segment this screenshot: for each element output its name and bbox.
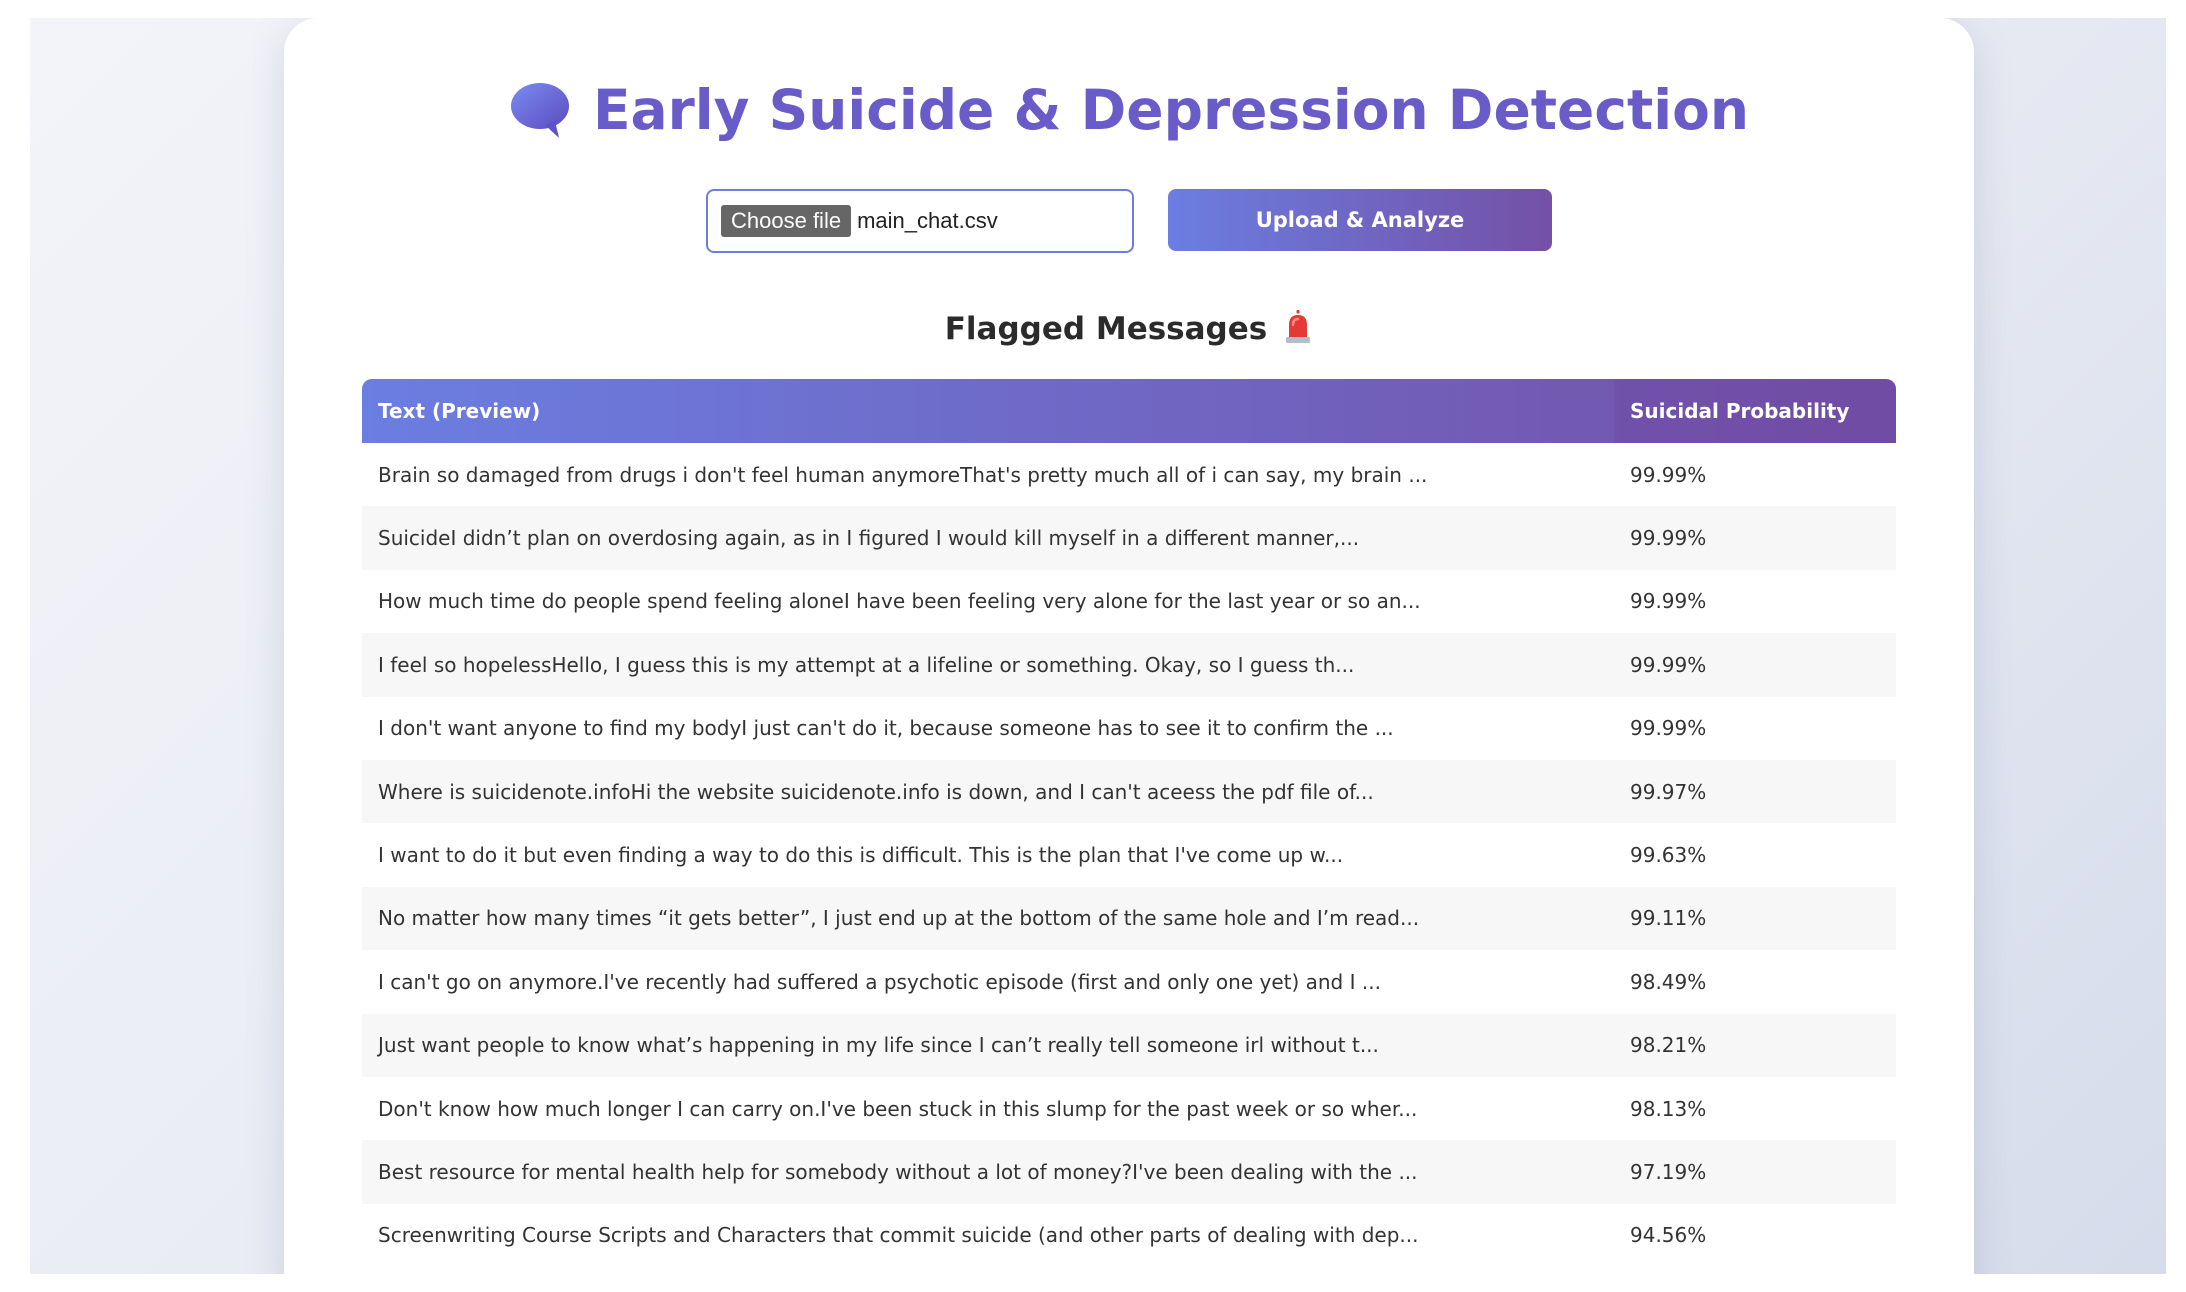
table-row: Screenwriting Course Scripts and Charact… [362, 1203, 1896, 1268]
table-row: Don't know how much longer I can carry o… [362, 1076, 1896, 1141]
message-preview: I can't go on anymore.I've recently had … [378, 969, 1381, 994]
table-row: Where is suicidenote.infoHi the website … [362, 759, 1896, 824]
column-header-text[interactable]: Text (Preview) [362, 379, 1614, 443]
message-preview: I feel so hopelessHello, I guess this is… [378, 652, 1355, 677]
message-preview: Best resource for mental health help for… [378, 1159, 1418, 1184]
page-title: Early Suicide & Depression Detection [592, 78, 1750, 142]
file-input[interactable]: Choose file main_chat.csv [706, 189, 1134, 253]
message-preview: SuicideI didn’t plan on overdosing again… [378, 526, 1360, 551]
suicidal-probability: 99.99% [1630, 716, 1707, 741]
message-preview: Just want people to know what’s happenin… [378, 1033, 1379, 1058]
table-row: Brain so damaged from drugs i don't feel… [362, 443, 1896, 507]
header: Early Suicide & Depression Detection [284, 78, 1974, 142]
table-row: I don't want anyone to find my bodyI jus… [362, 696, 1896, 760]
suicidal-probability: 98.49% [1630, 969, 1707, 994]
suicidal-probability: 97.19% [1630, 1159, 1707, 1184]
suicidal-probability: 99.11% [1630, 906, 1707, 931]
flagged-messages-header: Flagged Messages [284, 310, 1974, 348]
upload-form: Choose file main_chat.csv Upload & Analy… [284, 189, 1974, 253]
message-preview: Where is suicidenote.infoHi the website … [378, 779, 1374, 804]
message-preview: No matter how many times “it gets better… [378, 906, 1420, 931]
message-preview: Brain so damaged from drugs i don't feel… [378, 462, 1428, 487]
section-title: Flagged Messages [944, 311, 1268, 347]
suicidal-probability: 99.63% [1630, 843, 1707, 868]
suicidal-probability: 99.99% [1630, 462, 1707, 487]
suicidal-probability: 98.21% [1630, 1033, 1707, 1058]
table-row: No matter how many times “it gets better… [362, 886, 1896, 951]
suicidal-probability: 99.99% [1630, 589, 1707, 614]
selected-file-name: main_chat.csv [857, 208, 998, 233]
suicidal-probability: 99.99% [1630, 526, 1707, 551]
upload-analyze-button[interactable]: Upload & Analyze [1168, 189, 1552, 251]
suicidal-probability: 99.97% [1630, 779, 1707, 804]
suicidal-probability: 98.13% [1630, 1096, 1707, 1121]
message-preview: Screenwriting Course Scripts and Charact… [378, 1223, 1419, 1248]
flagged-messages-table: Text (Preview) Suicidal Probability Brai… [362, 379, 1896, 1268]
table-row: SuicideI didn’t plan on overdosing again… [362, 506, 1896, 570]
column-header-probability[interactable]: Suicidal Probability [1614, 379, 1896, 443]
table-row: How much time do people spend feeling al… [362, 569, 1896, 634]
table-row: I can't go on anymore.I've recently had … [362, 950, 1896, 1014]
table-header-row: Text (Preview) Suicidal Probability [362, 379, 1896, 443]
message-preview: I don't want anyone to find my bodyI jus… [378, 716, 1394, 741]
siren-icon [1283, 310, 1313, 348]
table-row: Just want people to know what’s happenin… [362, 1013, 1896, 1077]
message-preview: Don't know how much longer I can carry o… [378, 1096, 1418, 1121]
table-row: Best resource for mental health help for… [362, 1140, 1896, 1204]
page-background: Early Suicide & Depression Detection Cho… [30, 18, 2166, 1274]
suicidal-probability: 94.56% [1630, 1223, 1707, 1248]
suicidal-probability: 99.99% [1630, 652, 1707, 677]
speech-bubble-icon [509, 81, 571, 139]
main-card: Early Suicide & Depression Detection Cho… [284, 18, 1974, 1274]
choose-file-button[interactable]: Choose file [721, 205, 852, 237]
message-preview: I want to do it but even finding a way t… [378, 843, 1344, 868]
message-preview: How much time do people spend feeling al… [378, 589, 1421, 614]
table-row: I want to do it but even finding a way t… [362, 823, 1896, 887]
table-row: I feel so hopelessHello, I guess this is… [362, 633, 1896, 697]
